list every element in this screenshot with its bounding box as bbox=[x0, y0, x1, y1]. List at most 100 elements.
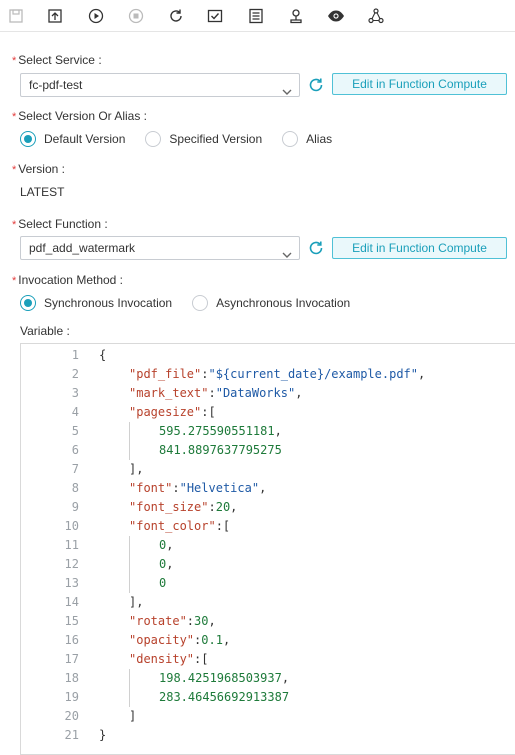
dependency-icon[interactable] bbox=[366, 6, 386, 26]
code-token: "DataWorks" bbox=[215, 386, 296, 400]
code-line: } bbox=[99, 726, 106, 745]
code-line: "font":"Helvetica", bbox=[129, 479, 266, 498]
indent-guide bbox=[129, 536, 130, 593]
run-icon[interactable] bbox=[86, 6, 106, 26]
line-number: 20 bbox=[64, 709, 79, 723]
chevron-down-icon bbox=[282, 244, 292, 266]
radio-specified-version[interactable]: Specified Version bbox=[145, 131, 262, 147]
line-number: 4 bbox=[71, 405, 79, 419]
code-token: : bbox=[208, 500, 216, 514]
check-icon[interactable] bbox=[205, 6, 225, 26]
line-number: 9 bbox=[71, 500, 79, 514]
radio-selected-icon bbox=[20, 295, 36, 311]
edit-function-button[interactable]: Edit in Function Compute bbox=[332, 237, 507, 259]
code-token: "font_size" bbox=[129, 500, 209, 514]
required-mark: * bbox=[12, 55, 17, 67]
service-select-value: fc-pdf-test bbox=[29, 78, 83, 92]
radio-synchronous[interactable]: Synchronous Invocation bbox=[20, 295, 172, 311]
code-token: 595.275590551181 bbox=[159, 424, 275, 438]
code-token: 20 bbox=[215, 500, 231, 514]
code-token: , bbox=[166, 538, 174, 552]
code-line: 0 bbox=[159, 574, 166, 593]
code-token: { bbox=[99, 348, 107, 362]
code-token: "opacity" bbox=[129, 633, 195, 647]
code-line: ], bbox=[129, 593, 143, 612]
radio-alias[interactable]: Alias bbox=[282, 131, 332, 147]
code-token: "${current_date}/example.pdf" bbox=[208, 367, 418, 381]
invocation-label: * Invocation Method : bbox=[12, 273, 124, 287]
code-line: 0, bbox=[159, 555, 173, 574]
code-line: "opacity":0.1, bbox=[129, 631, 230, 650]
line-number: 21 bbox=[64, 728, 79, 742]
line-number: 6 bbox=[71, 443, 79, 457]
submit-icon[interactable] bbox=[45, 6, 65, 26]
code-line: ], bbox=[129, 460, 143, 479]
code-token: "mark_text" bbox=[129, 386, 209, 400]
line-number: 1 bbox=[71, 348, 79, 362]
radio-default-version[interactable]: Default Version bbox=[20, 131, 125, 147]
save-icon[interactable] bbox=[6, 6, 26, 26]
radio-selected-icon bbox=[20, 131, 36, 147]
line-number: 10 bbox=[64, 519, 79, 533]
refresh-service-icon[interactable] bbox=[307, 76, 325, 94]
code-line: "pdf_file":"${current_date}/example.pdf"… bbox=[129, 365, 425, 384]
rerun-icon[interactable] bbox=[166, 6, 186, 26]
version-label: * Version : bbox=[12, 162, 65, 176]
code-token: "rotate" bbox=[129, 614, 187, 628]
code-token: , bbox=[230, 500, 238, 514]
version-alias-label: * Select Version Or Alias : bbox=[12, 109, 148, 123]
required-mark: * bbox=[12, 111, 17, 123]
code-line: 841.8897637795275 bbox=[159, 441, 282, 460]
line-number: 12 bbox=[64, 557, 79, 571]
line-number: 15 bbox=[64, 614, 79, 628]
log-icon[interactable] bbox=[246, 6, 266, 26]
code-token: , bbox=[166, 557, 174, 571]
indent-guide bbox=[129, 669, 130, 707]
radio-empty-icon bbox=[145, 131, 162, 147]
line-number-gutter: 1 2 3 4 5 6 7 8 9 10 11 12 13 14 15 16 17 18 19 20 21 bbox=[21, 344, 91, 754]
radio-empty-icon bbox=[282, 131, 299, 147]
line-number: 8 bbox=[71, 481, 79, 495]
function-select[interactable]: pdf_add_watermark bbox=[20, 236, 300, 260]
code-token: "Helvetica" bbox=[179, 481, 260, 495]
invocation-radio-group: Synchronous Invocation Asynchronous Invo… bbox=[20, 294, 370, 312]
line-number: 11 bbox=[64, 538, 79, 552]
version-value: LATEST bbox=[20, 185, 65, 199]
function-label: * Select Function : bbox=[12, 217, 108, 231]
code-token: "density" bbox=[129, 652, 195, 666]
code-token: 30 bbox=[194, 614, 209, 628]
line-number: 14 bbox=[64, 595, 79, 609]
code-token: "font_color" bbox=[129, 519, 216, 533]
code-token: 0.1 bbox=[201, 633, 223, 647]
radio-asynchronous[interactable]: Asynchronous Invocation bbox=[192, 295, 350, 311]
code-token: : bbox=[172, 481, 180, 495]
toolbar bbox=[0, 0, 515, 32]
required-mark: * bbox=[12, 164, 17, 176]
code-line: 283.46456692913387 bbox=[159, 688, 289, 707]
code-token: , bbox=[222, 633, 231, 647]
edit-service-button[interactable]: Edit in Function Compute bbox=[332, 73, 507, 95]
code-token: 283.46456692913387 bbox=[159, 690, 290, 704]
code-token: "pagesize" bbox=[129, 405, 202, 419]
line-number: 16 bbox=[64, 633, 79, 647]
code-line: 595.275590551181, bbox=[159, 422, 282, 441]
code-token: "font" bbox=[129, 481, 173, 495]
code-token: ], bbox=[129, 595, 144, 609]
line-number: 18 bbox=[64, 671, 79, 685]
refresh-function-icon[interactable] bbox=[307, 239, 325, 257]
code-token: 198.4251968503937 bbox=[159, 671, 282, 685]
required-mark: * bbox=[12, 275, 17, 287]
line-number: 3 bbox=[71, 386, 79, 400]
service-select[interactable]: fc-pdf-test bbox=[20, 73, 300, 97]
stop-icon[interactable] bbox=[126, 6, 146, 26]
preview-icon[interactable] bbox=[326, 6, 346, 26]
code-line: "font_color":[ bbox=[129, 517, 230, 536]
variable-code-editor[interactable]: 1 2 3 4 5 6 7 8 9 10 11 12 13 14 15 16 17 18 19 20 21 {"pdf_… bbox=[20, 343, 515, 755]
code-token: :[ bbox=[215, 519, 231, 533]
code-line: "density":[ bbox=[129, 650, 208, 669]
code-token: , bbox=[281, 671, 290, 685]
owner-icon[interactable] bbox=[286, 6, 306, 26]
code-line: "pagesize":[ bbox=[129, 403, 216, 422]
code-token: : bbox=[186, 614, 195, 628]
code-token: : bbox=[208, 386, 216, 400]
